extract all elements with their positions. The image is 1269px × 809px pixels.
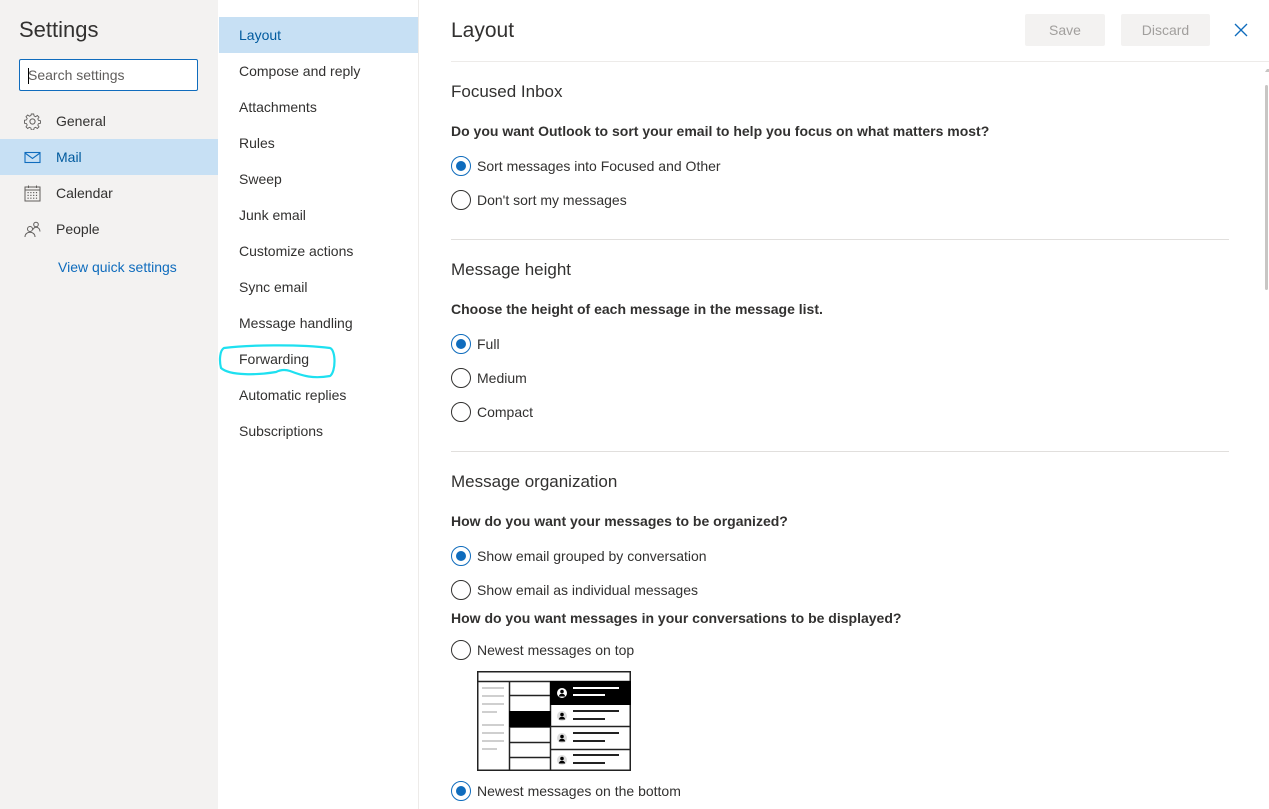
subnav-item-customize-actions[interactable]: Customize actions: [219, 233, 418, 269]
scroll-up-arrow[interactable]: [1265, 68, 1269, 72]
close-icon[interactable]: [1231, 20, 1251, 40]
subnav-item-message-handling[interactable]: Message handling: [219, 305, 418, 341]
radio-dont-sort[interactable]: Don't sort my messages: [451, 189, 627, 211]
subnav-item-compose-and-reply[interactable]: Compose and reply: [219, 53, 418, 89]
settings-nav: Settings General Mail Calenda: [0, 0, 218, 809]
nav-item-label: Calendar: [56, 185, 113, 201]
radio-label: Don't sort my messages: [477, 192, 627, 208]
radio-individual-messages[interactable]: Show email as individual messages: [451, 579, 698, 601]
radio-button-checked[interactable]: [451, 156, 471, 176]
section-title-message-organization: Message organization: [451, 472, 618, 491]
view-quick-settings-link[interactable]: View quick settings: [58, 259, 177, 275]
gear-icon: [24, 113, 41, 130]
vertical-scrollbar[interactable]: [1265, 68, 1269, 809]
save-button[interactable]: Save: [1025, 14, 1105, 46]
subnav-item-automatic-replies[interactable]: Automatic replies: [219, 377, 418, 413]
section-title-focused-inbox: Focused Inbox: [451, 82, 563, 101]
nav-item-label: Mail: [56, 149, 82, 165]
radio-compact[interactable]: Compact: [451, 401, 533, 423]
radio-label: Newest messages on the bottom: [477, 783, 681, 799]
focused-inbox-question: Do you want Outlook to sort your email t…: [451, 123, 990, 139]
message-height-question: Choose the height of each message in the…: [451, 301, 823, 317]
radio-newest-on-bottom[interactable]: Newest messages on the bottom: [451, 780, 681, 802]
conversation-display-question: How do you want messages in your convers…: [451, 610, 902, 626]
subnav-item-layout[interactable]: Layout: [219, 17, 418, 53]
settings-title: Settings: [19, 17, 99, 42]
radio-button[interactable]: [451, 402, 471, 422]
radio-label: Show email as individual messages: [477, 582, 698, 598]
search-settings-input[interactable]: [20, 60, 197, 90]
scrollbar-thumb[interactable]: [1265, 85, 1268, 290]
nav-item-people[interactable]: People: [0, 211, 218, 247]
radio-label: Show email grouped by conversation: [477, 548, 707, 564]
nav-item-calendar[interactable]: Calendar: [0, 175, 218, 211]
nav-item-general[interactable]: General: [0, 103, 218, 139]
radio-button[interactable]: [451, 368, 471, 388]
radio-button[interactable]: [451, 190, 471, 210]
radio-sort-focused-other[interactable]: Sort messages into Focused and Other: [451, 155, 721, 177]
search-settings-box[interactable]: [19, 59, 198, 91]
radio-button-checked[interactable]: [451, 334, 471, 354]
subnav-item-sweep[interactable]: Sweep: [219, 161, 418, 197]
nav-item-mail[interactable]: Mail: [0, 139, 218, 175]
conversation-layout-illustration: [477, 671, 631, 771]
radio-button-checked[interactable]: [451, 546, 471, 566]
nav-item-label: General: [56, 113, 106, 129]
radio-label: Full: [477, 336, 500, 352]
discard-button[interactable]: Discard: [1121, 14, 1210, 46]
people-icon: [24, 221, 41, 238]
nav-item-label: People: [56, 221, 100, 237]
subnav-item-junk-email[interactable]: Junk email: [219, 197, 418, 233]
section-divider: [451, 451, 1229, 452]
subnav-item-forwarding[interactable]: Forwarding: [219, 341, 418, 377]
radio-label: Compact: [477, 404, 534, 420]
radio-newest-on-top[interactable]: Newest messages on top: [451, 639, 634, 661]
radio-medium[interactable]: Medium: [451, 367, 527, 389]
subnav-item-rules[interactable]: Rules: [219, 125, 418, 161]
radio-button-checked[interactable]: [451, 781, 471, 801]
radio-button[interactable]: [451, 640, 471, 660]
mail-settings-subnav: Layout Compose and reply Attachments Rul…: [218, 0, 419, 809]
text-caret: [28, 68, 29, 84]
radio-full[interactable]: Full: [451, 333, 500, 355]
radio-grouped-by-conversation[interactable]: Show email grouped by conversation: [451, 545, 707, 567]
radio-label: Newest messages on top: [477, 642, 635, 658]
subnav-item-subscriptions[interactable]: Subscriptions: [219, 413, 418, 449]
subnav-item-attachments[interactable]: Attachments: [219, 89, 418, 125]
calendar-icon: [24, 185, 41, 202]
mail-icon: [24, 151, 41, 164]
page-title: Layout: [451, 19, 515, 42]
section-divider: [451, 239, 1229, 240]
radio-button[interactable]: [451, 580, 471, 600]
radio-label: Medium: [477, 370, 527, 386]
organization-question: How do you want your messages to be orga…: [451, 513, 788, 529]
radio-label: Sort messages into Focused and Other: [477, 158, 721, 174]
header-divider: [451, 61, 1269, 62]
subnav-item-sync-email[interactable]: Sync email: [219, 269, 418, 305]
section-title-message-height: Message height: [451, 260, 572, 279]
layout-settings-panel: Layout Save Discard Focused Inbox Do you…: [419, 0, 1269, 809]
